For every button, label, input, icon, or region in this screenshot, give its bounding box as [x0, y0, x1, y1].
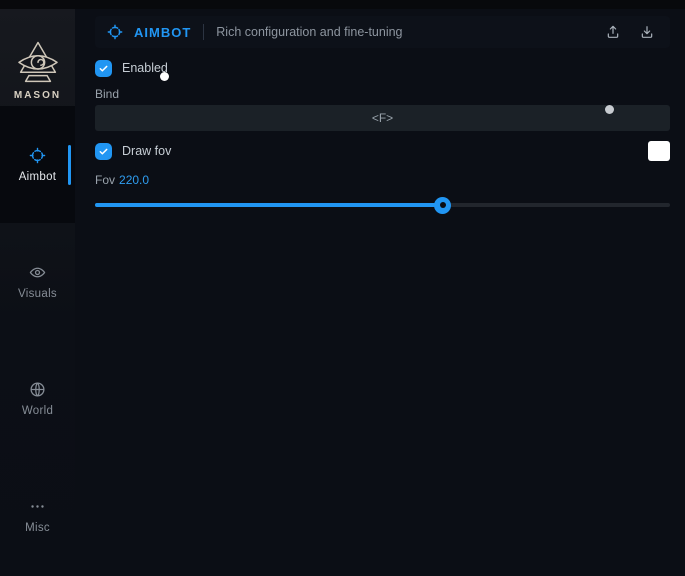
ellipsis-icon [29, 498, 46, 515]
sidebar-item-world[interactable]: World [0, 340, 75, 457]
brand-name: MASON [14, 90, 61, 101]
check-icon [98, 146, 109, 157]
mason-eye-pyramid-icon [13, 40, 63, 88]
globe-icon [29, 381, 46, 398]
app-window: MASON Aimbot Visuals World [0, 0, 685, 576]
fov-row-label: Fov 220.0 [95, 173, 670, 187]
section-header: AIMBOT Rich configuration and fine-tunin… [95, 16, 670, 48]
draw-fov-checkbox[interactable] [95, 143, 112, 160]
enabled-checkbox[interactable] [95, 60, 112, 77]
bind-value: <F> [372, 111, 393, 125]
main-panel: AIMBOT Rich configuration and fine-tunin… [75, 9, 685, 576]
sidebar-item-misc[interactable]: Misc [0, 457, 75, 574]
enabled-row: Enabled [95, 59, 670, 77]
sidebar-item-label: Aimbot [19, 171, 57, 183]
fov-slider-thumb[interactable] [434, 197, 451, 214]
cursor-dot [160, 72, 169, 81]
sidebar: MASON Aimbot Visuals World [0, 9, 75, 576]
active-indicator [68, 145, 71, 185]
upload-config-button[interactable] [602, 21, 624, 43]
crosshair-icon [29, 147, 46, 164]
window-top-strip [0, 0, 685, 9]
fov-slider-fill [95, 203, 443, 207]
upload-icon [605, 24, 621, 40]
download-icon [639, 24, 655, 40]
sidebar-item-aimbot[interactable]: Aimbot [0, 106, 75, 223]
bind-input[interactable]: <F> [95, 105, 670, 131]
sidebar-item-label: Visuals [18, 288, 57, 300]
bind-label: Bind [95, 87, 670, 101]
page-subtitle: Rich configuration and fine-tuning [216, 25, 402, 39]
fov-label: Fov [95, 173, 115, 187]
brand-logo: MASON [0, 9, 75, 106]
fov-slider[interactable] [95, 196, 670, 214]
check-icon [98, 63, 109, 74]
fov-color-swatch[interactable] [648, 141, 670, 161]
eye-icon [29, 264, 46, 281]
fov-value: 220.0 [119, 173, 149, 187]
sidebar-item-visuals[interactable]: Visuals [0, 223, 75, 340]
download-config-button[interactable] [636, 21, 658, 43]
draw-fov-label: Draw fov [122, 144, 171, 158]
page-title: AIMBOT [134, 25, 191, 40]
draw-fov-row: Draw fov [95, 142, 670, 160]
drag-dot [605, 105, 614, 114]
sidebar-item-label: Misc [25, 522, 50, 534]
crosshair-icon [107, 24, 123, 40]
header-divider [203, 24, 204, 40]
sidebar-item-label: World [22, 405, 53, 417]
